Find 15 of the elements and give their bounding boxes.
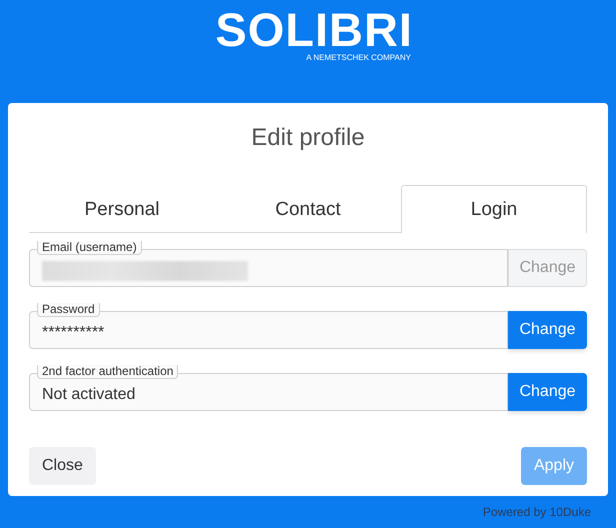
- field-label: Password: [37, 303, 100, 317]
- change-button[interactable]: Change: [508, 311, 587, 349]
- field-value: **********: [42, 324, 104, 342]
- tab[interactable]: Contact: [215, 185, 401, 233]
- footer-text: Powered by 10Duke: [482, 505, 591, 519]
- tab[interactable]: Personal: [29, 185, 215, 233]
- change-button[interactable]: Change: [508, 373, 587, 411]
- logo-wordmark: SOLIBRI: [215, 8, 413, 52]
- tab[interactable]: Login: [401, 185, 587, 233]
- dialog-title: Edit profile: [250, 123, 366, 153]
- logo-tagline: A NEMETSCHEK COMPANY: [306, 53, 411, 62]
- field-label: Email (username): [37, 241, 142, 255]
- field-value: Not activated: [42, 386, 136, 404]
- close-button[interactable]: Close: [29, 447, 96, 485]
- field-label: 2nd factor authentication: [37, 365, 178, 379]
